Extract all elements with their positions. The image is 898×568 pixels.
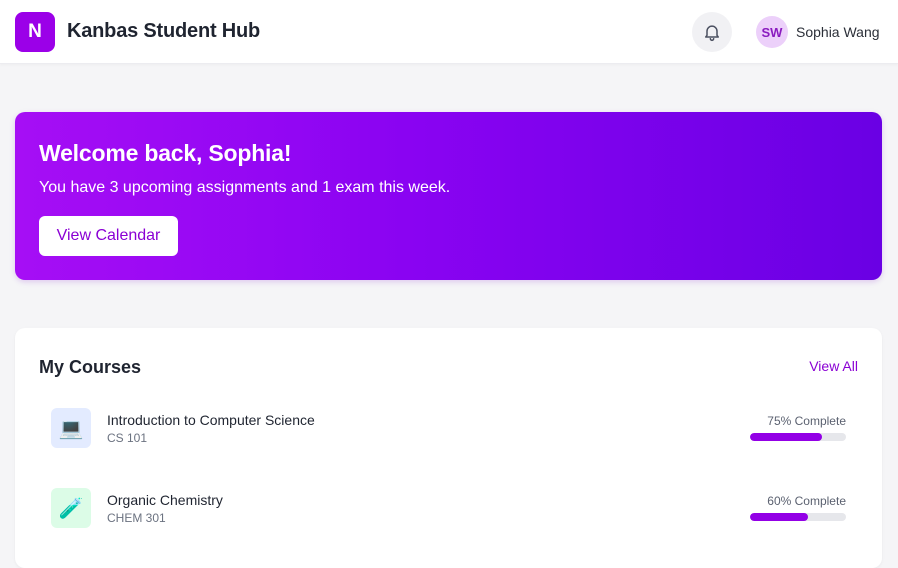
app-title: Kanbas Student Hub — [67, 20, 261, 42]
welcome-subtitle: You have 3 upcoming assignments and 1 ex… — [39, 179, 451, 196]
laptop-icon: 💻 — [51, 408, 91, 448]
course-code: CS 101 — [107, 431, 148, 445]
course-item[interactable]: 🧪 Organic Chemistry CHEM 301 60% Complet… — [51, 488, 846, 528]
course-name: Introduction to Computer Science — [107, 412, 315, 428]
my-courses-card: My Courses View All 💻 Introduction to Co… — [15, 328, 882, 568]
test-tube-icon: 🧪 — [51, 488, 91, 528]
top-bar: N Kanbas Student Hub SW Sophia Wang — [0, 0, 898, 64]
progress-bar — [750, 513, 846, 521]
welcome-title: Welcome back, Sophia! — [39, 140, 292, 166]
progress-label: 75% Complete — [767, 414, 846, 428]
progress-fill — [750, 433, 822, 441]
course-name: Organic Chemistry — [107, 492, 223, 508]
course-item[interactable]: 💻 Introduction to Computer Science CS 10… — [51, 408, 846, 448]
app-logo[interactable]: N — [15, 12, 55, 52]
course-code: CHEM 301 — [107, 511, 166, 525]
view-calendar-button[interactable]: View Calendar — [39, 216, 178, 256]
section-title: My Courses — [39, 357, 142, 377]
notifications-button[interactable] — [692, 12, 732, 52]
progress-bar — [750, 433, 846, 441]
progress-fill — [750, 513, 808, 521]
progress-label: 60% Complete — [767, 494, 846, 508]
avatar[interactable]: SW — [756, 16, 788, 48]
view-all-link[interactable]: View All — [809, 358, 858, 374]
user-name[interactable]: Sophia Wang — [796, 24, 880, 40]
bell-icon — [705, 25, 719, 42]
welcome-banner: Welcome back, Sophia! You have 3 upcomin… — [15, 112, 882, 280]
